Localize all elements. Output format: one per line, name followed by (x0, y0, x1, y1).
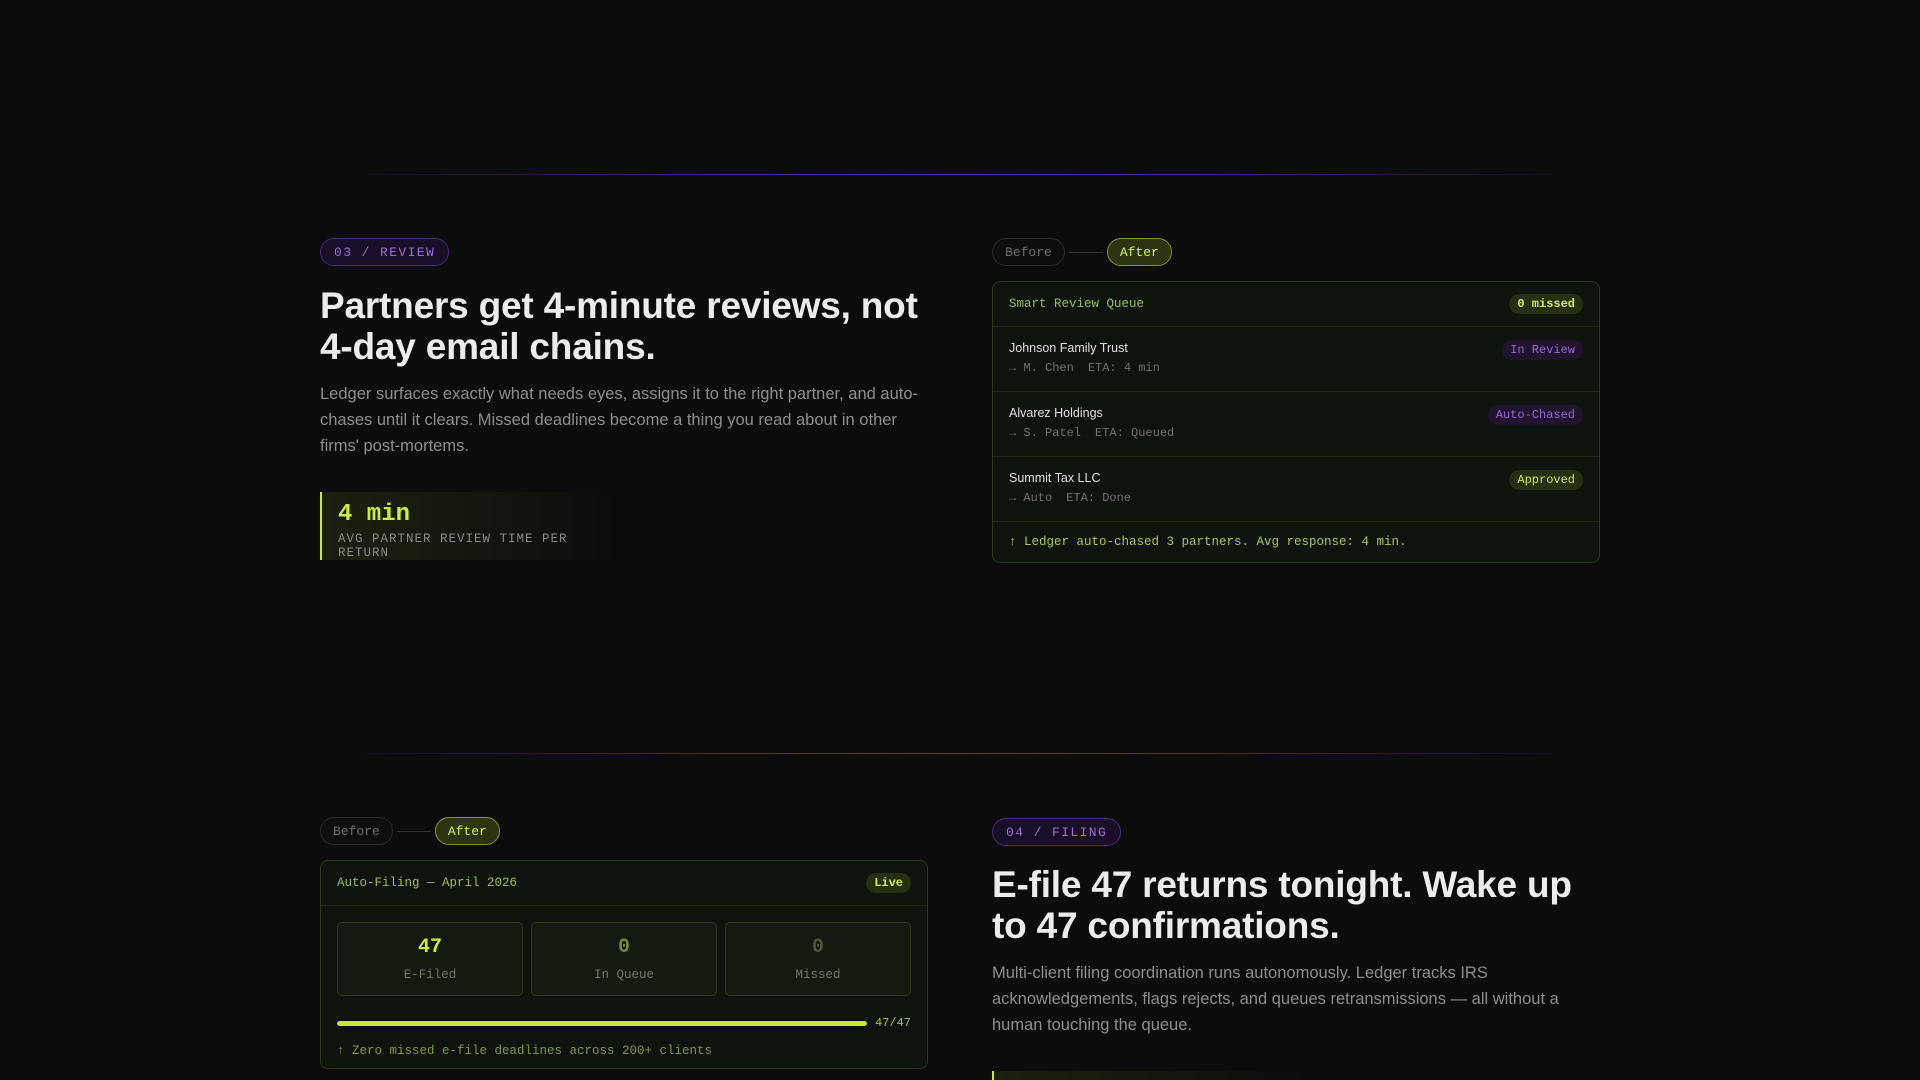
card-title: Smart Review Queue (1009, 297, 1145, 311)
smart-review-queue-card: Smart Review Queue 0 missed Johnson Fami… (992, 281, 1600, 563)
review-stat-label: AVG PARTNER REVIEW TIME PER RETURN (338, 532, 568, 560)
queue-row[interactable]: Summit Tax LLC → Auto ETA: Done Approved (993, 457, 1599, 522)
review-headline: Partners get 4-minute reviews, not 4-day… (320, 285, 918, 367)
status-badge: Auto-Chased (1487, 405, 1583, 425)
in-queue-tile: 0 In Queue (531, 922, 717, 996)
review-body-text: Ledger surfaces exactly what needs eyes,… (320, 385, 919, 455)
row-meta: → S. Patel ETA: Queued (1009, 426, 1583, 440)
card-header: Smart Review Queue 0 missed (993, 282, 1599, 327)
toggle-connector (396, 830, 431, 832)
queue-row[interactable]: Alvarez Holdings → S. Patel ETA: Queued A… (993, 392, 1599, 457)
missed-count-badge: 0 missed (1509, 294, 1583, 314)
toggle-connector (1068, 251, 1103, 253)
client-name: Summit Tax LLC (1009, 471, 1101, 485)
eta: ETA: 4 min (1087, 361, 1160, 375)
review-stat-box: 4 min AVG PARTNER REVIEW TIME PER RETURN (320, 492, 620, 560)
review-before-pill[interactable]: Before (992, 238, 1065, 266)
card-footer: ↑ Zero missed e-file deadlines across 20… (337, 1044, 713, 1058)
review-section-tag: 03 / REVIEW (320, 238, 450, 266)
filing-section-tag: 04 / FILING (992, 818, 1122, 846)
missed-tile: 0 Missed (725, 922, 911, 996)
auto-filing-card: Auto-Filing — April 2026 Live 47 E-Filed… (320, 860, 928, 1069)
review-before-after-toggle: Before After (992, 238, 1172, 266)
assignee: → S. Patel (1009, 426, 1082, 440)
status-badge: In Review (1502, 340, 1583, 360)
queue-row[interactable]: Johnson Family Trust → M. Chen ETA: 4 min… (993, 327, 1599, 392)
eta: ETA: Queued (1095, 426, 1175, 440)
in-queue-label: In Queue (593, 967, 654, 982)
status-badge: Approved (1509, 470, 1583, 490)
client-name: Johnson Family Trust (1009, 341, 1128, 355)
efiled-count: 47 (417, 935, 442, 959)
assignee: → Auto (1009, 491, 1053, 505)
filing-before-pill[interactable]: Before (320, 817, 393, 845)
eta: ETA: Done (1066, 491, 1132, 505)
filing-after-pill[interactable]: After (434, 817, 500, 845)
card-title: Auto-Filing — April 2026 (337, 876, 518, 890)
assignee: → M. Chen (1009, 361, 1074, 375)
card-footer: ↑ Ledger auto-chased 3 partners. Avg res… (1009, 535, 1407, 549)
section-divider-top (320, 174, 1600, 175)
card-header: Auto-Filing — April 2026 Live (321, 861, 927, 906)
efiled-tile: 47 E-Filed (337, 922, 523, 996)
review-stat-value: 4 min (338, 501, 411, 528)
progress-fill (337, 1020, 867, 1026)
filing-before-after-toggle: Before After (320, 817, 500, 845)
missed-label: Missed (795, 967, 841, 982)
efiled-label: E-Filed (403, 967, 457, 982)
section-divider-middle (320, 753, 1600, 754)
filing-headline: E-file 47 returns tonight. Wake up to 47… (992, 864, 1572, 946)
filing-progress: 47/47 (321, 996, 927, 1030)
review-after-pill[interactable]: After (1106, 238, 1172, 266)
in-queue-count: 0 (617, 935, 630, 959)
filing-stats-grid: 47 E-Filed 0 In Queue 0 Missed (321, 906, 927, 996)
row-meta: → Auto ETA: Done (1009, 491, 1583, 505)
filing-stat-box-edge (992, 1071, 1312, 1080)
live-badge: Live (866, 873, 911, 893)
progress-track (337, 1020, 867, 1026)
progress-label: 47/47 (874, 1016, 911, 1030)
row-meta: → M. Chen ETA: 4 min (1009, 361, 1583, 375)
missed-count: 0 (811, 935, 824, 959)
filing-body-text: Multi-client filing coordination runs au… (992, 964, 1559, 1034)
